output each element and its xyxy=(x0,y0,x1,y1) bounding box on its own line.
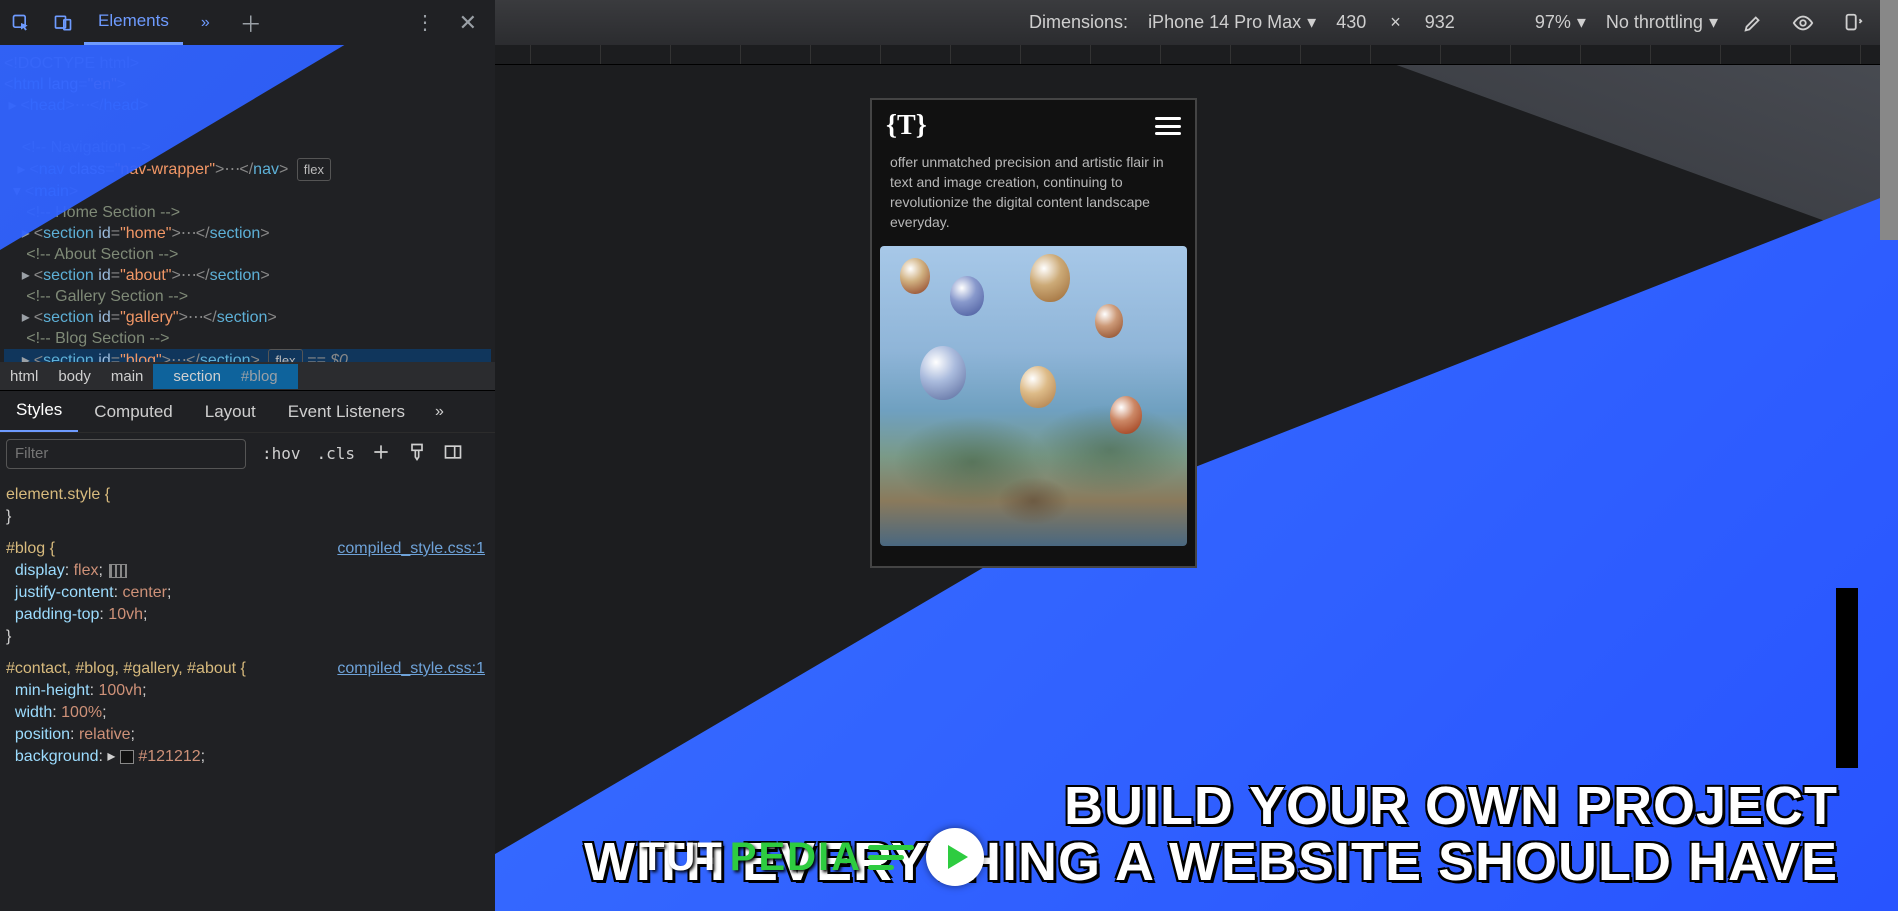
source-link[interactable]: compiled_style.css:1 xyxy=(337,658,485,680)
decor-bar xyxy=(1836,588,1858,768)
new-rule-icon[interactable] xyxy=(371,442,391,466)
tab-event-listeners[interactable]: Event Listeners xyxy=(272,391,421,433)
cls-button[interactable]: .cls xyxy=(317,444,356,463)
devtools-tabbar: Elements » ＋ ⋮ ✕ xyxy=(0,0,495,45)
height-input[interactable]: 932 xyxy=(1425,12,1455,33)
new-tab-icon[interactable]: ＋ xyxy=(240,7,262,39)
zoom-select[interactable]: 97% ▾ xyxy=(1535,12,1586,33)
phone-preview: {T} offer unmatched precision and artist… xyxy=(870,98,1197,568)
hov-button[interactable]: :hov xyxy=(262,444,301,463)
chevron-down-icon: ▾ xyxy=(1577,12,1586,33)
device-select[interactable]: iPhone 14 Pro Max ▾ xyxy=(1148,12,1316,33)
eyedropper-icon[interactable] xyxy=(1742,12,1764,34)
ruler xyxy=(495,45,1880,65)
crumb-body[interactable]: body xyxy=(48,364,101,389)
panel-icon[interactable] xyxy=(443,442,463,466)
tab-layout[interactable]: Layout xyxy=(189,391,272,433)
dimension-x: × xyxy=(1390,12,1401,33)
page-scrollbar[interactable] xyxy=(1880,0,1898,240)
inspect-icon[interactable] xyxy=(4,6,38,40)
tab-styles[interactable]: Styles xyxy=(0,391,78,433)
source-link[interactable]: compiled_style.css:1 xyxy=(337,538,485,560)
device-toolbar: Dimensions: iPhone 14 Pro Max ▾ 430 × 93… xyxy=(495,0,1898,45)
site-logo[interactable]: {T} xyxy=(886,110,927,142)
crumb-main[interactable]: main xyxy=(101,364,154,389)
blog-image xyxy=(880,246,1187,546)
devtools-menu-icon[interactable]: ⋮ xyxy=(415,10,435,35)
eye-icon[interactable] xyxy=(1792,12,1814,34)
blog-text: offer unmatched precision and artistic f… xyxy=(872,152,1195,246)
channel-logo: TUT PEDIA xyxy=(640,828,984,886)
width-input[interactable]: 430 xyxy=(1336,12,1366,33)
breadcrumb[interactable]: html body main section#blog xyxy=(0,362,495,390)
play-icon[interactable] xyxy=(926,828,984,886)
throttling-select[interactable]: No throttling ▾ xyxy=(1606,12,1718,33)
tab-computed[interactable]: Computed xyxy=(78,391,188,433)
styles-rules[interactable]: element.style { } compiled_style.css:1#b… xyxy=(0,474,495,911)
chevron-down-icon: ▾ xyxy=(1709,12,1718,33)
crumb-section-blog[interactable]: section#blog xyxy=(153,364,297,389)
filter-input[interactable] xyxy=(6,439,246,469)
menu-icon[interactable] xyxy=(1155,117,1181,135)
brush-icon[interactable] xyxy=(407,442,427,466)
elements-panel[interactable]: <!DOCTYPE html> <html lang="en"> ▸<head>… xyxy=(0,45,495,388)
speed-lines-icon xyxy=(868,845,914,870)
flex-icon[interactable] xyxy=(109,564,127,578)
tabs-overflow-icon[interactable]: » xyxy=(201,14,210,32)
crumb-html[interactable]: html xyxy=(0,364,48,389)
device-toggle-icon[interactable] xyxy=(46,6,80,40)
chevron-down-icon: ▾ xyxy=(1307,12,1316,33)
rotate-icon[interactable] xyxy=(1842,12,1864,34)
dimensions-label: Dimensions: xyxy=(1029,12,1128,33)
styles-toolbar: :hov .cls xyxy=(0,432,495,474)
subtabs-overflow-icon[interactable]: » xyxy=(435,403,444,421)
tab-elements[interactable]: Elements xyxy=(84,0,183,45)
color-swatch[interactable] xyxy=(120,750,134,764)
styles-subtabs: Styles Computed Layout Event Listeners » xyxy=(0,390,495,432)
devtools-close-icon[interactable]: ✕ xyxy=(459,10,477,36)
